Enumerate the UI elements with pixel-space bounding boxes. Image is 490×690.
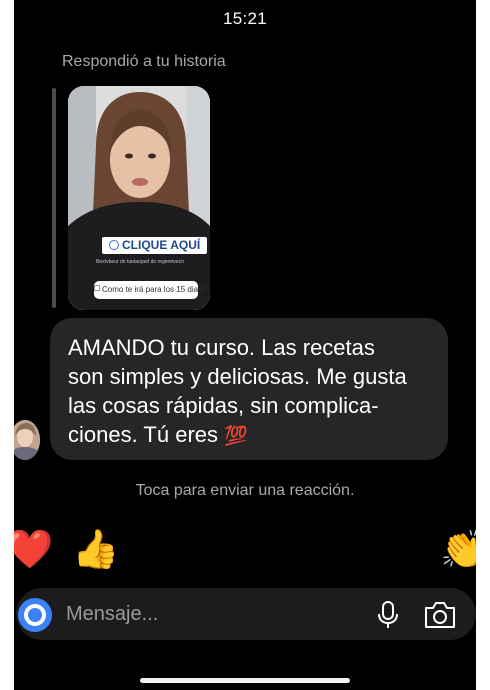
message-bubble[interactable]: AMANDO tu curso. Las recetas son simples… [50,318,448,460]
microphone-button[interactable] [374,600,402,630]
camera-icon [24,604,46,626]
dm-thread-screen: 15:21 Respondió a tu historia CLIQUE AQU… [14,0,476,690]
reaction-red-heart[interactable]: ❤️ [14,526,54,574]
camera-button[interactable] [18,598,52,632]
status-time: 15:21 [222,9,268,28]
message-line: son simples y deliciosas. Me gusta [68,364,407,389]
reaction-thumbs-up[interactable]: 👍 [72,526,120,574]
home-indicator [140,678,350,683]
reaction-tears-of-joy[interactable]: 😂 [368,526,416,574]
reply-context-label: Respondió a tu historia [62,53,226,70]
sender-avatar[interactable] [14,420,40,460]
story-cta-sticker: CLIQUE AQUÍ [102,237,208,254]
reaction-clapping-hands[interactable]: 👏 [440,526,476,574]
message-composer [16,588,476,640]
message-line: ciones. Tú eres 💯 [68,422,248,447]
checkbox-icon [94,285,100,291]
message-line: AMANDO tu curso. Las recetas [68,335,375,360]
photo-icon [425,602,455,628]
story-question-sticker: Como te irá para los 15 dias? [94,281,207,299]
reaction-hint: Toca para enviar una reacción. [135,482,355,499]
link-icon [109,240,119,250]
microphone-icon [378,601,398,628]
hundred-points-emoji: 💯 [224,426,248,447]
reply-quote-bar [52,88,56,308]
reaction-surprised-face[interactable]: 😮 [294,526,342,574]
reaction-heart-eyes[interactable]: 😍 [220,526,268,574]
message-line: las cosas rápidas, sin complica- [68,393,379,418]
message-input[interactable] [64,602,348,627]
story-preview[interactable]: CLIQUE AQUÍ Bextvbeur de tuetaoped do re… [68,86,210,310]
photo-button[interactable] [422,600,458,630]
story-photo [68,86,210,310]
reaction-crying-face[interactable]: 😢 [146,526,194,574]
story-caption: Bextvbeur de tuetaoped do regeretvecn [96,259,184,265]
reaction-bar: ❤️ 👍 😢 😍 😮 😂 👏 [14,526,476,576]
